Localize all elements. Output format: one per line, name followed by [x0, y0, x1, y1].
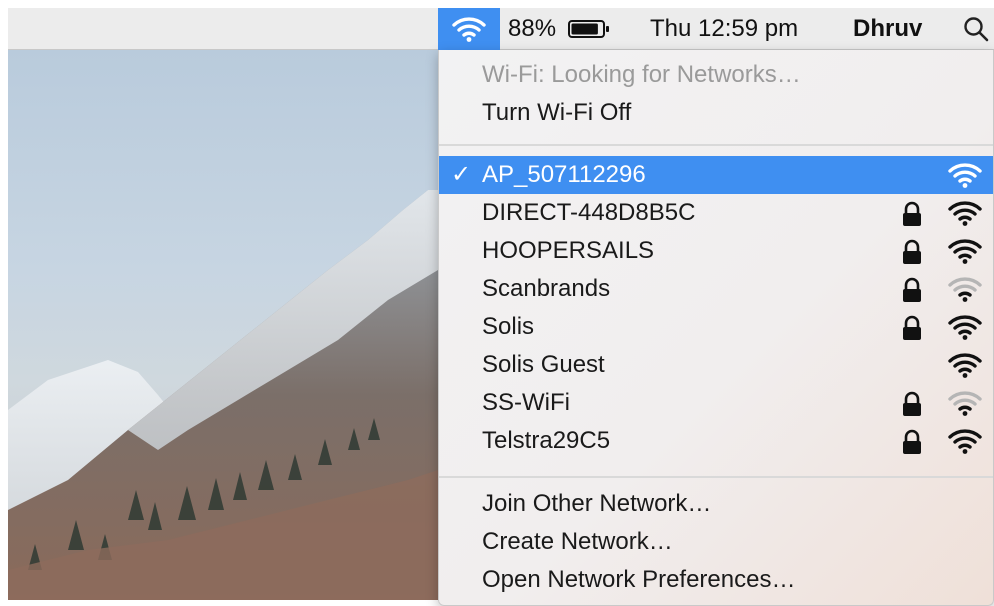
lock-icon	[903, 429, 921, 454]
open-network-preferences-item[interactable]: Open Network Preferences…	[439, 561, 993, 599]
network-item[interactable]: DIRECT-448D8B5C	[439, 194, 993, 232]
wifi-signal-icon	[948, 429, 982, 454]
wifi-signal-icon	[948, 201, 982, 226]
network-name: Telstra29C5	[482, 427, 611, 454]
wifi-signal-icon	[948, 239, 982, 264]
clock[interactable]: Thu 12:59 pm	[650, 8, 798, 50]
spotlight-search-icon[interactable]	[963, 16, 989, 42]
network-item[interactable]: SS-WiFi	[439, 384, 993, 422]
network-item[interactable]: Scanbrands	[439, 270, 993, 308]
wifi-dropdown-menu: Wi-Fi: Looking for Networks… Turn Wi-Fi …	[438, 50, 994, 606]
user-menu[interactable]: Dhruv	[853, 8, 922, 50]
wifi-signal-icon	[948, 353, 982, 378]
wifi-signal-icon	[948, 315, 982, 340]
lock-icon	[903, 277, 921, 302]
network-item[interactable]: Solis	[439, 308, 993, 346]
network-name: HOOPERSAILS	[482, 237, 655, 264]
menu-bar: 88% Thu 12:59 pm Dhruv	[8, 8, 994, 50]
network-name: Scanbrands	[482, 275, 611, 302]
lock-icon	[903, 391, 921, 416]
battery-icon[interactable]	[568, 20, 610, 38]
wifi-icon	[452, 17, 486, 42]
turn-wifi-off-item[interactable]: Turn Wi-Fi Off	[439, 94, 993, 132]
wifi-menu-extra[interactable]	[438, 8, 500, 50]
network-item[interactable]: Telstra29C5	[439, 422, 993, 460]
join-other-network-item[interactable]: Join Other Network…	[439, 485, 993, 523]
battery-percentage[interactable]: 88%	[508, 8, 556, 50]
menu-separator	[439, 144, 993, 146]
menu-separator	[439, 476, 993, 478]
network-name: Solis Guest	[482, 351, 605, 378]
network-item[interactable]: ✓ AP_507112296	[439, 156, 993, 194]
wifi-signal-icon	[948, 163, 982, 188]
network-name: DIRECT-448D8B5C	[482, 199, 696, 226]
network-name: Solis	[482, 313, 535, 340]
wifi-status: Wi-Fi: Looking for Networks…	[482, 61, 801, 88]
network-item[interactable]: HOOPERSAILS	[439, 232, 993, 270]
create-network-item[interactable]: Create Network…	[439, 523, 993, 561]
lock-icon	[903, 315, 921, 340]
lock-icon	[903, 201, 921, 226]
wifi-signal-icon	[948, 391, 982, 416]
lock-icon	[903, 239, 921, 264]
network-name: SS-WiFi	[482, 389, 570, 416]
network-item[interactable]: Solis Guest	[439, 346, 993, 384]
network-name: AP_507112296	[482, 161, 646, 188]
wifi-signal-icon	[948, 277, 982, 302]
checkmark-icon: ✓	[451, 161, 472, 188]
